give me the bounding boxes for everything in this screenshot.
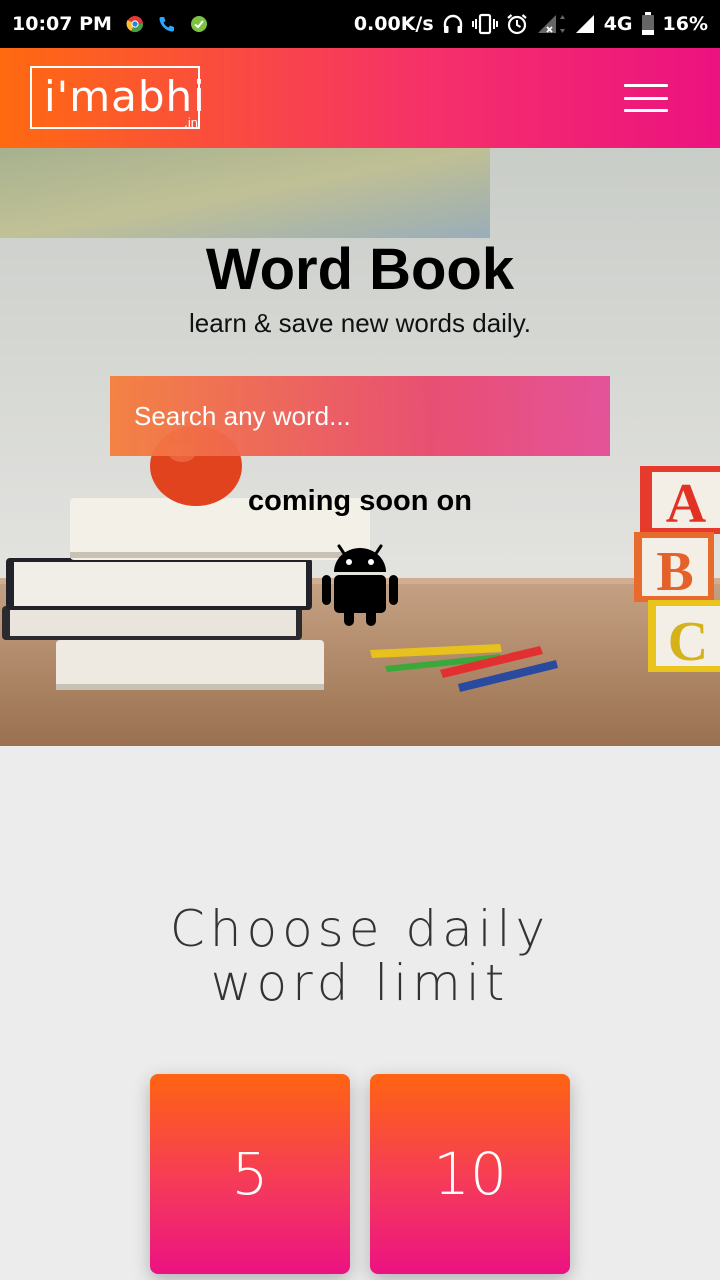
svg-text:C: C xyxy=(668,611,708,673)
coming-soon-label: coming soon on xyxy=(248,485,472,517)
search-input[interactable] xyxy=(110,376,610,456)
limit-option-10[interactable]: 10 xyxy=(370,1074,570,1274)
network-type: 4G xyxy=(603,13,633,35)
alarm-icon xyxy=(506,13,528,35)
hamburger-menu-icon[interactable] xyxy=(624,84,668,112)
battery-level: 16% xyxy=(662,13,708,35)
signal-sim1-icon xyxy=(536,13,566,35)
word-limit-heading: Choose daily word limit xyxy=(0,902,720,1010)
vibrate-icon xyxy=(471,13,498,35)
status-bar: 10:07 PM 0.00K/s 4G 16% xyxy=(0,0,720,48)
page-title: Word Book xyxy=(205,237,515,302)
signal-sim2-icon xyxy=(574,13,596,35)
app-header: i'mabhi .in xyxy=(0,48,720,148)
logo-suffix: .in xyxy=(184,115,198,130)
site-logo[interactable]: i'mabhi .in xyxy=(30,66,205,130)
page-subtitle: learn & save new words daily. xyxy=(188,308,531,338)
search-box[interactable] xyxy=(110,376,610,456)
android-icon[interactable] xyxy=(322,542,398,626)
network-speed: 0.00K/s xyxy=(353,13,434,35)
chrome-icon xyxy=(126,15,144,33)
phone-icon xyxy=(158,15,176,33)
word-limit-heading-line2: word limit xyxy=(210,954,510,1012)
headphones-icon xyxy=(442,14,464,34)
limit-option-5[interactable]: 5 xyxy=(150,1074,350,1274)
hero-banner: A B C Word Book learn & save new words d… xyxy=(0,148,720,746)
app-notification-icon xyxy=(190,15,208,33)
battery-icon xyxy=(641,12,655,36)
word-limit-heading-line1: Choose daily xyxy=(169,900,551,958)
svg-text:B: B xyxy=(656,541,693,603)
status-time: 10:07 PM xyxy=(12,13,112,35)
logo-text: i'mabhi xyxy=(44,72,206,121)
